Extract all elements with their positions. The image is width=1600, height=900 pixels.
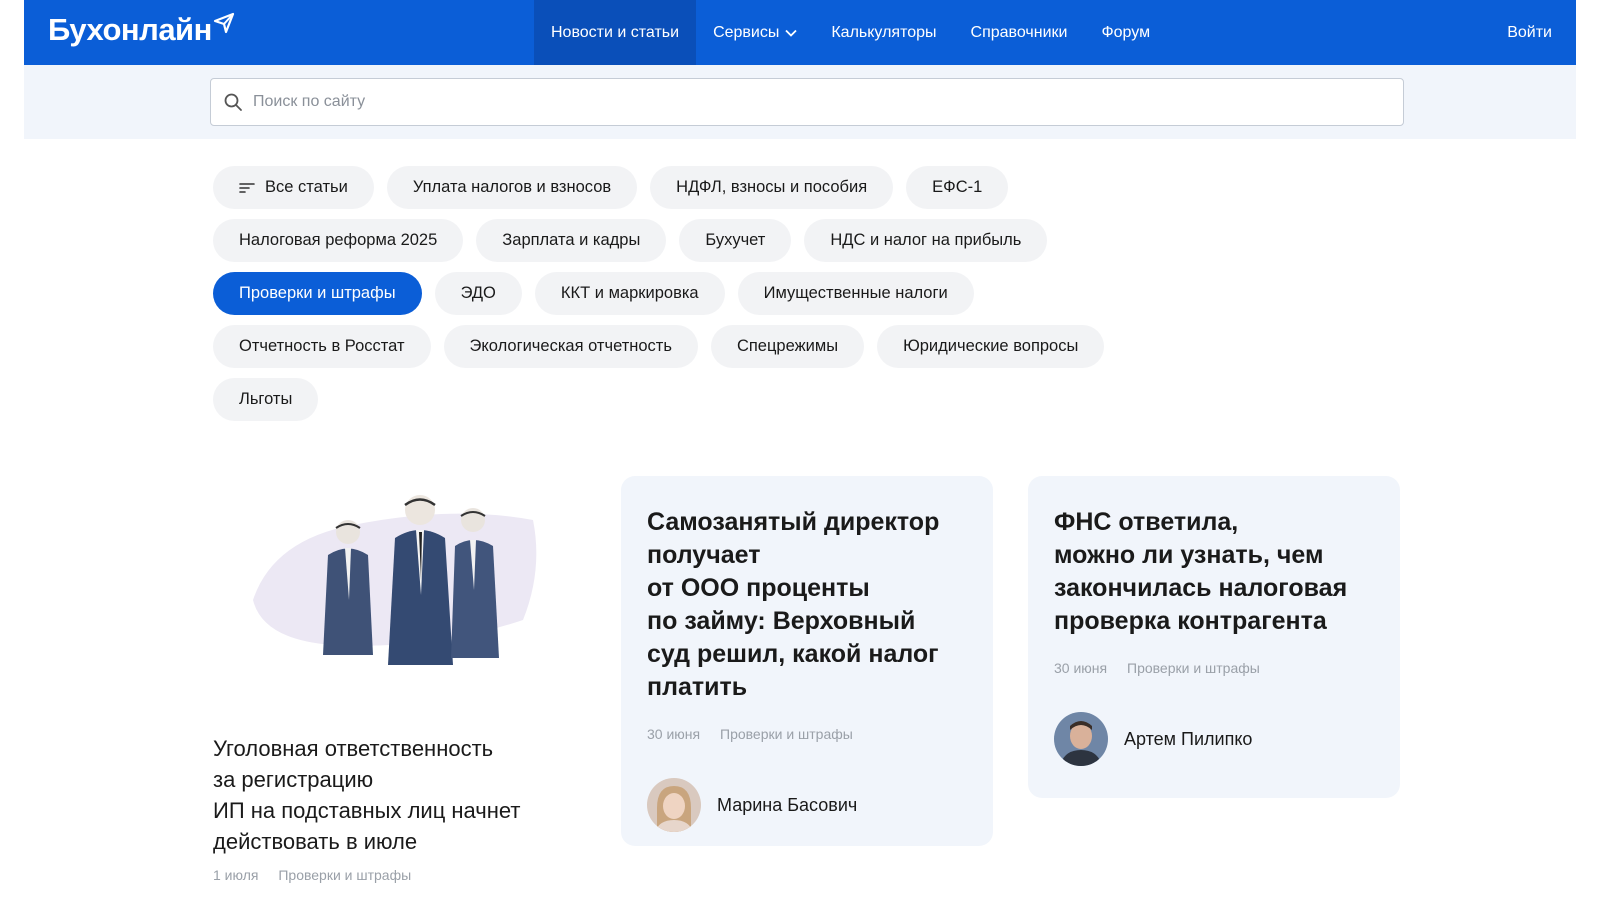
article-date: 30 июня	[647, 726, 701, 742]
chip-row: Проверки и штрафы ЭДО ККТ и маркировка И…	[213, 272, 1413, 315]
nav-label: Форум	[1101, 23, 1151, 41]
nav-label: Калькуляторы	[831, 23, 937, 41]
title-line: суд решил, какой налог	[647, 640, 939, 668]
title-line: Уголовная ответственность	[213, 736, 494, 761]
chip-label: ЭДО	[460, 284, 496, 302]
nav-references[interactable]: Справочники	[954, 0, 1085, 65]
nav-services[interactable]: Сервисы	[696, 0, 814, 65]
search-band	[24, 65, 1576, 139]
chip-label: НДФЛ, взносы и пособия	[676, 178, 868, 196]
chip-label: Экологическая отчетность	[469, 337, 672, 355]
chip-category[interactable]: НДС и налог на прибыль	[804, 219, 1048, 262]
title-line: действовать в июле	[213, 829, 418, 854]
nav-label: Новости и статьи	[551, 23, 680, 41]
page: Бухонлайн Новости и статьи Сервисы Кальк…	[24, 0, 1576, 900]
author-avatar	[1054, 712, 1108, 766]
title-line: можно ли узнать, чем	[1054, 541, 1324, 569]
nav-calculators[interactable]: Калькуляторы	[814, 0, 953, 65]
nav-label: Сервисы	[713, 23, 780, 41]
article-meta: 30 июня Проверки и штрафы	[647, 726, 967, 742]
chip-label: Все статьи	[265, 178, 348, 196]
logo-text: Бухонлайн	[48, 12, 212, 47]
title-line: Самозанятый директор	[647, 508, 940, 536]
chip-label: Юридические вопросы	[903, 337, 1079, 355]
chip-row: Отчетность в Росстат Экологическая отчет…	[213, 325, 1413, 368]
chip-category[interactable]: Зарплата и кадры	[476, 219, 667, 262]
chip-label: Налоговая реформа 2025	[239, 231, 438, 249]
article-meta: 30 июня Проверки и штрафы	[1054, 660, 1374, 676]
article-title[interactable]: ФНС ответила, можно ли узнать, чем закон…	[1054, 506, 1374, 638]
chip-category[interactable]: Экологическая отчетность	[443, 325, 698, 368]
paper-plane-icon	[213, 12, 234, 34]
title-line: проверка контрагента	[1054, 607, 1327, 635]
author-name: Марина Басович	[717, 794, 858, 815]
chip-label: Уплата налогов и взносов	[412, 178, 612, 196]
article-title[interactable]: Уголовная ответственность за регистрацию…	[213, 733, 573, 857]
article-date: 30 июня	[1054, 660, 1108, 676]
article-card[interactable]: Самозанятый директор получает от ООО про…	[621, 476, 993, 846]
chip-category[interactable]: ЭДО	[434, 272, 522, 315]
article-category[interactable]: Проверки и штрафы	[278, 867, 411, 883]
article-title[interactable]: Самозанятый директор получает от ООО про…	[647, 506, 967, 704]
nav-forum[interactable]: Форум	[1084, 0, 1167, 65]
chip-label: Имущественные налоги	[763, 284, 948, 302]
article-card[interactable]: ФНС ответила, можно ли узнать, чем закон…	[1028, 476, 1400, 798]
chip-row: Все статьи Уплата налогов и взносов НДФЛ…	[213, 166, 1413, 209]
chip-row: Налоговая реформа 2025 Зарплата и кадры …	[213, 219, 1413, 262]
masked-businessmen-illustration	[253, 495, 537, 665]
title-line: за регистрацию	[213, 767, 374, 792]
title-line: ФНС ответила,	[1054, 508, 1239, 536]
author-avatar	[647, 778, 701, 832]
search-icon	[224, 93, 242, 111]
chip-category[interactable]: ККТ и маркировка	[534, 272, 725, 315]
nav-label: Справочники	[970, 23, 1068, 41]
chip-label: ЕФС-1	[932, 178, 983, 196]
article-category[interactable]: Проверки и штрафы	[720, 726, 853, 742]
main-nav: Новости и статьи Сервисы Калькуляторы Сп…	[534, 0, 1167, 65]
chip-category[interactable]: Бухучет	[679, 219, 792, 262]
chip-label: Проверки и штрафы	[239, 284, 396, 302]
chip-label: Отчетность в Росстат	[239, 337, 405, 355]
article-author[interactable]: Марина Басович	[647, 778, 967, 832]
title-line: по займу: Верховный	[647, 607, 916, 635]
search-input[interactable]	[253, 93, 1403, 111]
title-line: ИП на подставных лиц начнет	[213, 798, 521, 823]
article-author[interactable]: Артем Пилипко	[1054, 712, 1374, 766]
top-header: Бухонлайн Новости и статьи Сервисы Кальк…	[24, 0, 1576, 65]
article-card[interactable]: Уголовная ответственность за регистрацию…	[213, 480, 573, 883]
filter-icon	[239, 182, 255, 193]
title-line: от ООО проценты	[647, 574, 870, 602]
chevron-down-icon	[785, 29, 797, 37]
chip-category[interactable]: Налоговая реформа 2025	[213, 219, 464, 262]
chip-label: Льготы	[239, 390, 293, 408]
site-logo[interactable]: Бухонлайн	[48, 10, 235, 50]
chip-all-articles[interactable]: Все статьи	[213, 166, 374, 209]
search-box[interactable]	[210, 78, 1404, 126]
chip-label: ККТ и маркировка	[560, 284, 699, 302]
chip-label: Спецрежимы	[736, 337, 839, 355]
chip-label: Зарплата и кадры	[502, 231, 641, 249]
chip-category[interactable]: Отчетность в Росстат	[213, 325, 431, 368]
chip-category[interactable]: Имущественные налоги	[737, 272, 974, 315]
chip-category[interactable]: Льготы	[213, 378, 319, 421]
chip-category[interactable]: Спецрежимы	[710, 325, 865, 368]
title-line: платить	[647, 673, 748, 701]
article-category[interactable]: Проверки и штрафы	[1127, 660, 1260, 676]
title-line: получает	[647, 541, 761, 569]
chip-category[interactable]: НДФЛ, взносы и пособия	[650, 166, 894, 209]
category-filters: Все статьи Уплата налогов и взносов НДФЛ…	[213, 166, 1413, 431]
author-name: Артем Пилипко	[1124, 728, 1253, 749]
title-line: закончилась налоговая	[1054, 574, 1348, 602]
chip-category[interactable]: Юридические вопросы	[877, 325, 1105, 368]
article-meta: 1 июля Проверки и штрафы	[213, 867, 573, 883]
chip-label: НДС и налог на прибыль	[830, 231, 1022, 249]
article-date: 1 июля	[213, 867, 259, 883]
chip-category-active[interactable]: Проверки и штрафы	[213, 272, 422, 315]
nav-news-articles[interactable]: Новости и статьи	[534, 0, 697, 65]
chip-label: Бухучет	[705, 231, 766, 249]
login-link[interactable]: Войти	[1507, 0, 1552, 65]
chip-category[interactable]: Уплата налогов и взносов	[386, 166, 638, 209]
chip-category[interactable]: ЕФС-1	[906, 166, 1009, 209]
chip-row: Льготы	[213, 378, 1413, 421]
